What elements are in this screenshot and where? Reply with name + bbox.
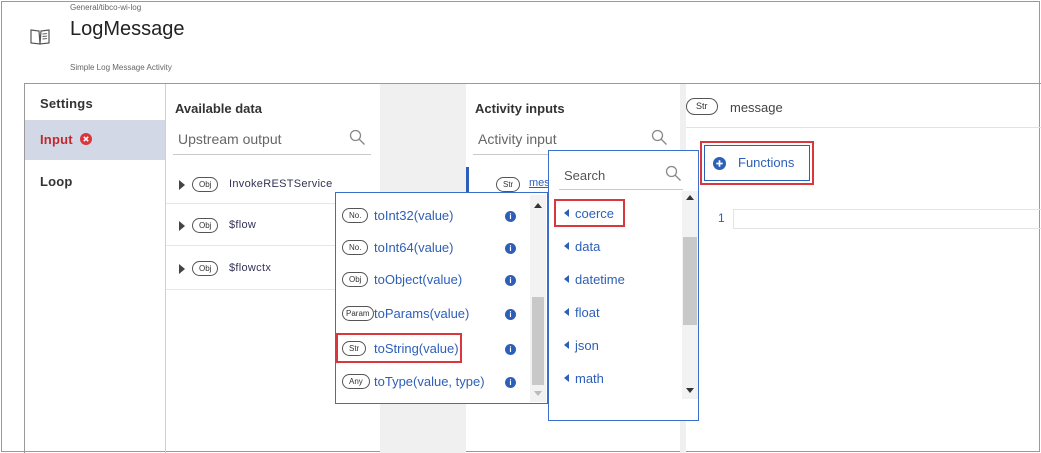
type-badge: No. xyxy=(342,240,369,255)
type-badge: Obj xyxy=(342,272,369,287)
function-label: toObject(value) xyxy=(374,272,463,287)
info-icon[interactable]: i xyxy=(505,377,516,388)
tree-item-label: $flowctx xyxy=(229,262,272,274)
expand-icon[interactable] xyxy=(179,180,185,190)
editor-header: Str message xyxy=(686,84,1041,126)
search-icon[interactable] xyxy=(651,129,668,146)
tree-row[interactable]: Obj $flowctx xyxy=(166,253,336,287)
tree-item-label: InvokeRESTService xyxy=(229,178,333,190)
available-data-title: Available data xyxy=(175,101,262,116)
category-search-input[interactable]: Search xyxy=(564,168,605,183)
tab-input-label: Input xyxy=(40,132,73,147)
scrollbar-thumb[interactable] xyxy=(532,297,544,385)
function-list-popup: No. toInt32(value) i No. toInt64(value) … xyxy=(335,192,548,404)
functions-button-label: Functions xyxy=(738,155,795,170)
category-item[interactable]: json xyxy=(557,333,677,357)
editor-divider xyxy=(686,127,1041,128)
editor-field-name: message xyxy=(730,100,783,115)
category-item[interactable]: math xyxy=(557,366,677,390)
type-badge: Str xyxy=(686,98,718,115)
activity-search-input[interactable]: Activity input xyxy=(478,131,557,147)
plus-circle-icon xyxy=(713,157,726,170)
function-item[interactable]: Any toType(value, type) i xyxy=(339,369,529,393)
functions-button[interactable]: Functions xyxy=(704,145,810,181)
tab-loop-label: Loop xyxy=(40,174,73,189)
tab-loop[interactable]: Loop xyxy=(25,162,165,202)
category-item[interactable]: data xyxy=(557,234,677,258)
collapse-icon xyxy=(564,308,569,316)
scrollbar[interactable] xyxy=(530,195,546,402)
page-subtitle: Simple Log Message Activity xyxy=(70,63,172,72)
info-icon[interactable]: i xyxy=(505,275,516,286)
type-badge: No. xyxy=(342,208,369,223)
scroll-down-icon[interactable] xyxy=(534,391,542,396)
tab-input[interactable]: Input xyxy=(25,120,165,160)
category-label: coerce xyxy=(575,206,615,221)
function-item[interactable]: Obj toObject(value) i xyxy=(339,267,529,291)
collapse-icon xyxy=(564,209,569,217)
page-title: LogMessage xyxy=(70,18,185,40)
tab-settings-label: Settings xyxy=(40,96,93,111)
book-icon xyxy=(30,29,50,45)
type-badge: Obj xyxy=(192,261,219,276)
row-divider xyxy=(166,245,336,246)
type-badge: Any xyxy=(342,374,370,389)
activity-inputs-title: Activity inputs xyxy=(475,101,565,116)
category-label: math xyxy=(575,371,604,386)
tree-item-label: $flow xyxy=(229,219,257,231)
function-item[interactable]: No. toInt32(value) i xyxy=(339,203,529,227)
error-icon xyxy=(79,133,92,145)
type-badge: Obj xyxy=(192,177,219,192)
code-editor-input[interactable] xyxy=(733,209,1041,229)
type-badge: Param xyxy=(342,306,374,321)
info-icon[interactable]: i xyxy=(505,211,516,222)
info-icon[interactable]: i xyxy=(505,344,516,355)
collapse-icon xyxy=(564,242,569,250)
category-label: json xyxy=(575,338,599,353)
function-item[interactable]: Param toParams(value) i xyxy=(339,301,529,325)
upstream-search-input[interactable]: Upstream output xyxy=(178,131,282,147)
line-number: 1 xyxy=(718,211,725,225)
function-label: toType(value, type) xyxy=(374,374,485,389)
scroll-up-icon[interactable] xyxy=(534,203,542,208)
info-icon[interactable]: i xyxy=(505,243,516,254)
category-label: float xyxy=(575,305,600,320)
function-item[interactable]: No. toInt64(value) i xyxy=(339,235,529,259)
expand-icon[interactable] xyxy=(179,221,185,231)
category-label: datetime xyxy=(575,272,625,287)
info-icon[interactable]: i xyxy=(505,309,516,320)
category-label: data xyxy=(575,239,601,254)
scroll-down-icon[interactable] xyxy=(686,388,694,393)
type-badge: Str xyxy=(496,177,521,192)
search-icon[interactable] xyxy=(349,129,366,146)
search-underline xyxy=(559,189,683,190)
collapse-icon xyxy=(564,275,569,283)
function-label: toParams(value) xyxy=(374,306,470,321)
scroll-up-icon[interactable] xyxy=(686,195,694,200)
function-label: toString(value) xyxy=(374,341,459,356)
function-label: toInt32(value) xyxy=(374,208,454,223)
category-item[interactable]: coerce xyxy=(557,201,677,225)
type-badge: Str xyxy=(342,341,367,356)
function-categories-popup: Search coerce data datetime float json m… xyxy=(548,150,699,421)
scrollbar-thumb[interactable] xyxy=(683,237,697,325)
category-item[interactable]: float xyxy=(557,300,677,324)
collapse-icon xyxy=(564,374,569,382)
scrollbar[interactable] xyxy=(682,191,698,399)
category-item[interactable]: datetime xyxy=(557,267,677,291)
function-label: toInt64(value) xyxy=(374,240,454,255)
type-badge: Obj xyxy=(192,218,219,233)
tab-settings[interactable]: Settings xyxy=(25,84,165,124)
search-icon[interactable] xyxy=(665,165,682,182)
function-item[interactable]: Str toString(value) i xyxy=(339,336,529,360)
row-divider xyxy=(166,289,336,290)
expand-icon[interactable] xyxy=(179,264,185,274)
collapse-icon xyxy=(564,341,569,349)
search-underline xyxy=(173,154,371,155)
tree-row[interactable]: Obj $flow xyxy=(166,210,336,244)
activity-input-message[interactable]: mes xyxy=(529,177,550,189)
breadcrumb: General/tibco-wi-log xyxy=(70,3,142,12)
